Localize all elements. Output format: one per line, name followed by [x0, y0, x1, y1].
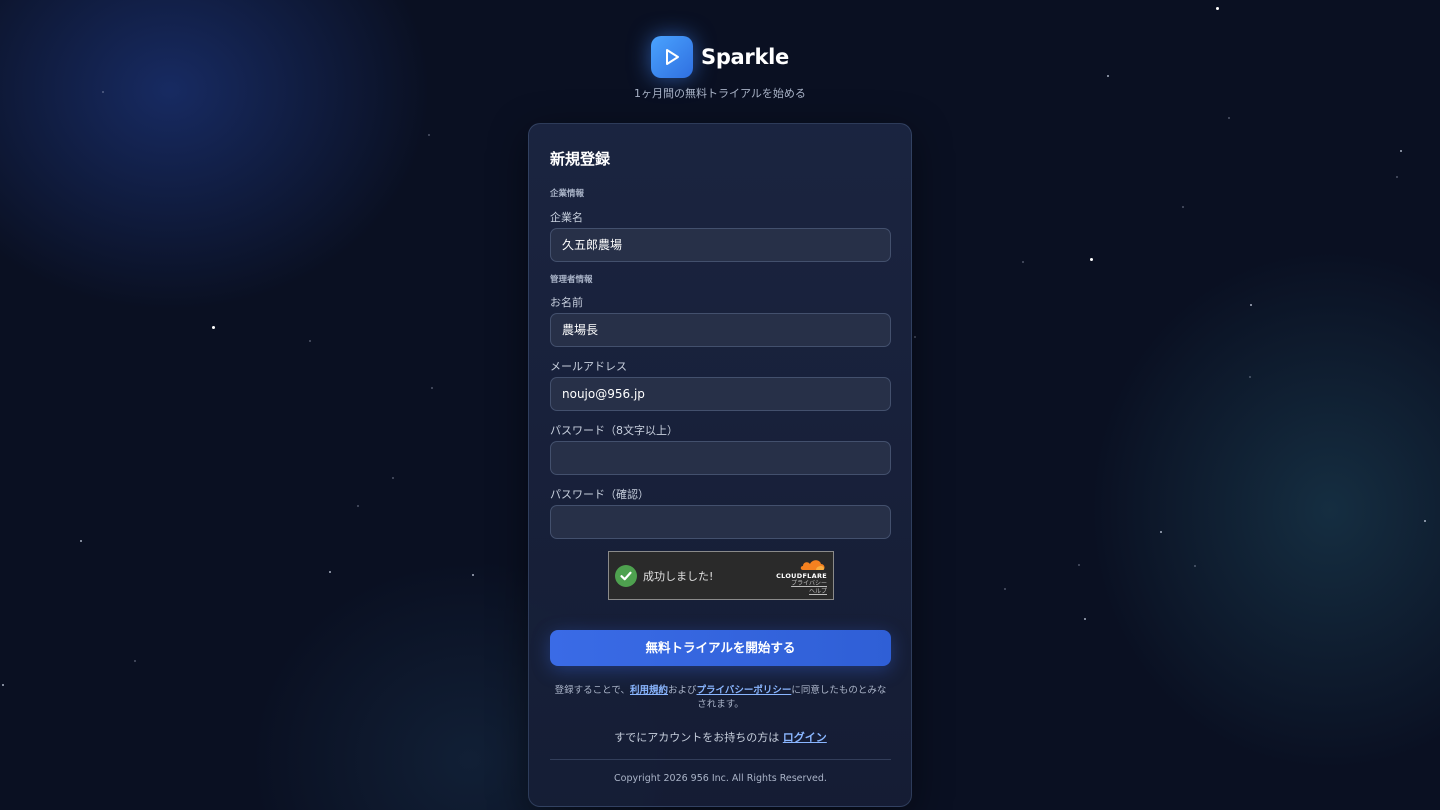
star — [357, 505, 359, 507]
terms-prefix: 登録することで、 — [554, 685, 630, 696]
email-label: メールアドレス — [550, 360, 627, 373]
star — [1216, 7, 1219, 10]
password-label: パスワード（8文字以上） — [550, 424, 678, 437]
name-input[interactable]: 農場長 — [550, 313, 891, 347]
name-label: お名前 — [550, 296, 583, 309]
login-prompt: すでにアカウントをお持ちの方は ログイン — [550, 729, 891, 745]
star — [1194, 565, 1196, 567]
star — [1078, 564, 1080, 566]
star — [472, 574, 474, 576]
star — [1084, 618, 1086, 620]
star — [329, 571, 331, 573]
privacy-policy-link[interactable]: プライバシーポリシー — [697, 685, 792, 696]
star — [1424, 520, 1426, 522]
star — [309, 340, 311, 342]
cloud-icon — [767, 558, 827, 571]
star — [1228, 117, 1230, 119]
form-title: 新規登録 — [550, 150, 611, 168]
star — [1022, 261, 1024, 263]
signup-card: 新規登録 企業情報 企業名 久五郎農場 管理者情報 お名前 農場長 メールアドレ… — [528, 123, 912, 807]
admin-section-heading: 管理者情報 — [550, 275, 593, 285]
play-icon — [651, 36, 693, 78]
cloudflare-logo-text: CLOUDFLARE — [776, 572, 827, 580]
terms-notice: 登録することで、利用規約およびプライバシーポリシーに同意したものとみなされます。 — [550, 684, 891, 712]
star — [80, 540, 82, 542]
password-input[interactable] — [550, 441, 891, 475]
copyright: Copyright 2026 956 Inc. All Rights Reser… — [614, 773, 827, 784]
captcha-privacy-link[interactable]: プライバシー — [767, 580, 827, 588]
start-trial-button[interactable]: 無料トライアルを開始する — [550, 630, 891, 666]
star — [428, 134, 430, 136]
cloudflare-branding: CLOUDFLARE プライバシー ヘルプ — [767, 558, 827, 596]
star — [1250, 304, 1252, 306]
login-link[interactable]: ログイン — [783, 731, 827, 744]
captcha-help-link[interactable]: ヘルプ — [767, 588, 827, 596]
star — [1004, 588, 1006, 590]
password-confirm-label: パスワード（確認） — [550, 488, 649, 501]
star — [1400, 150, 1402, 152]
star — [431, 387, 433, 389]
login-prompt-text: すでにアカウントをお持ちの方は — [614, 731, 783, 744]
captcha-status: 成功しました! — [643, 569, 714, 583]
star — [1249, 376, 1251, 378]
star — [1396, 176, 1398, 178]
star — [2, 684, 4, 686]
captcha-widget[interactable]: 成功しました! CLOUDFLARE プライバシー ヘルプ — [608, 551, 834, 600]
checkmark-icon — [615, 564, 637, 587]
terms-link[interactable]: 利用規約 — [630, 685, 668, 696]
brand-name: Sparkle — [701, 45, 789, 69]
star — [914, 336, 916, 338]
company-name-input[interactable]: 久五郎農場 — [550, 228, 891, 262]
brand-header: Sparkle — [0, 36, 1440, 78]
star — [1160, 531, 1162, 533]
company-section-heading: 企業情報 — [550, 189, 585, 199]
star — [212, 326, 215, 329]
email-input[interactable]: noujo@956.jp — [550, 377, 891, 411]
terms-middle: および — [668, 685, 697, 696]
tagline: 1ヶ月間の無料トライアルを始める — [634, 87, 806, 100]
star — [1182, 206, 1184, 208]
star — [134, 660, 136, 662]
company-name-label: 企業名 — [550, 211, 583, 224]
divider — [550, 759, 891, 760]
star — [1090, 258, 1093, 261]
star — [392, 477, 394, 479]
password-confirm-input[interactable] — [550, 505, 891, 539]
